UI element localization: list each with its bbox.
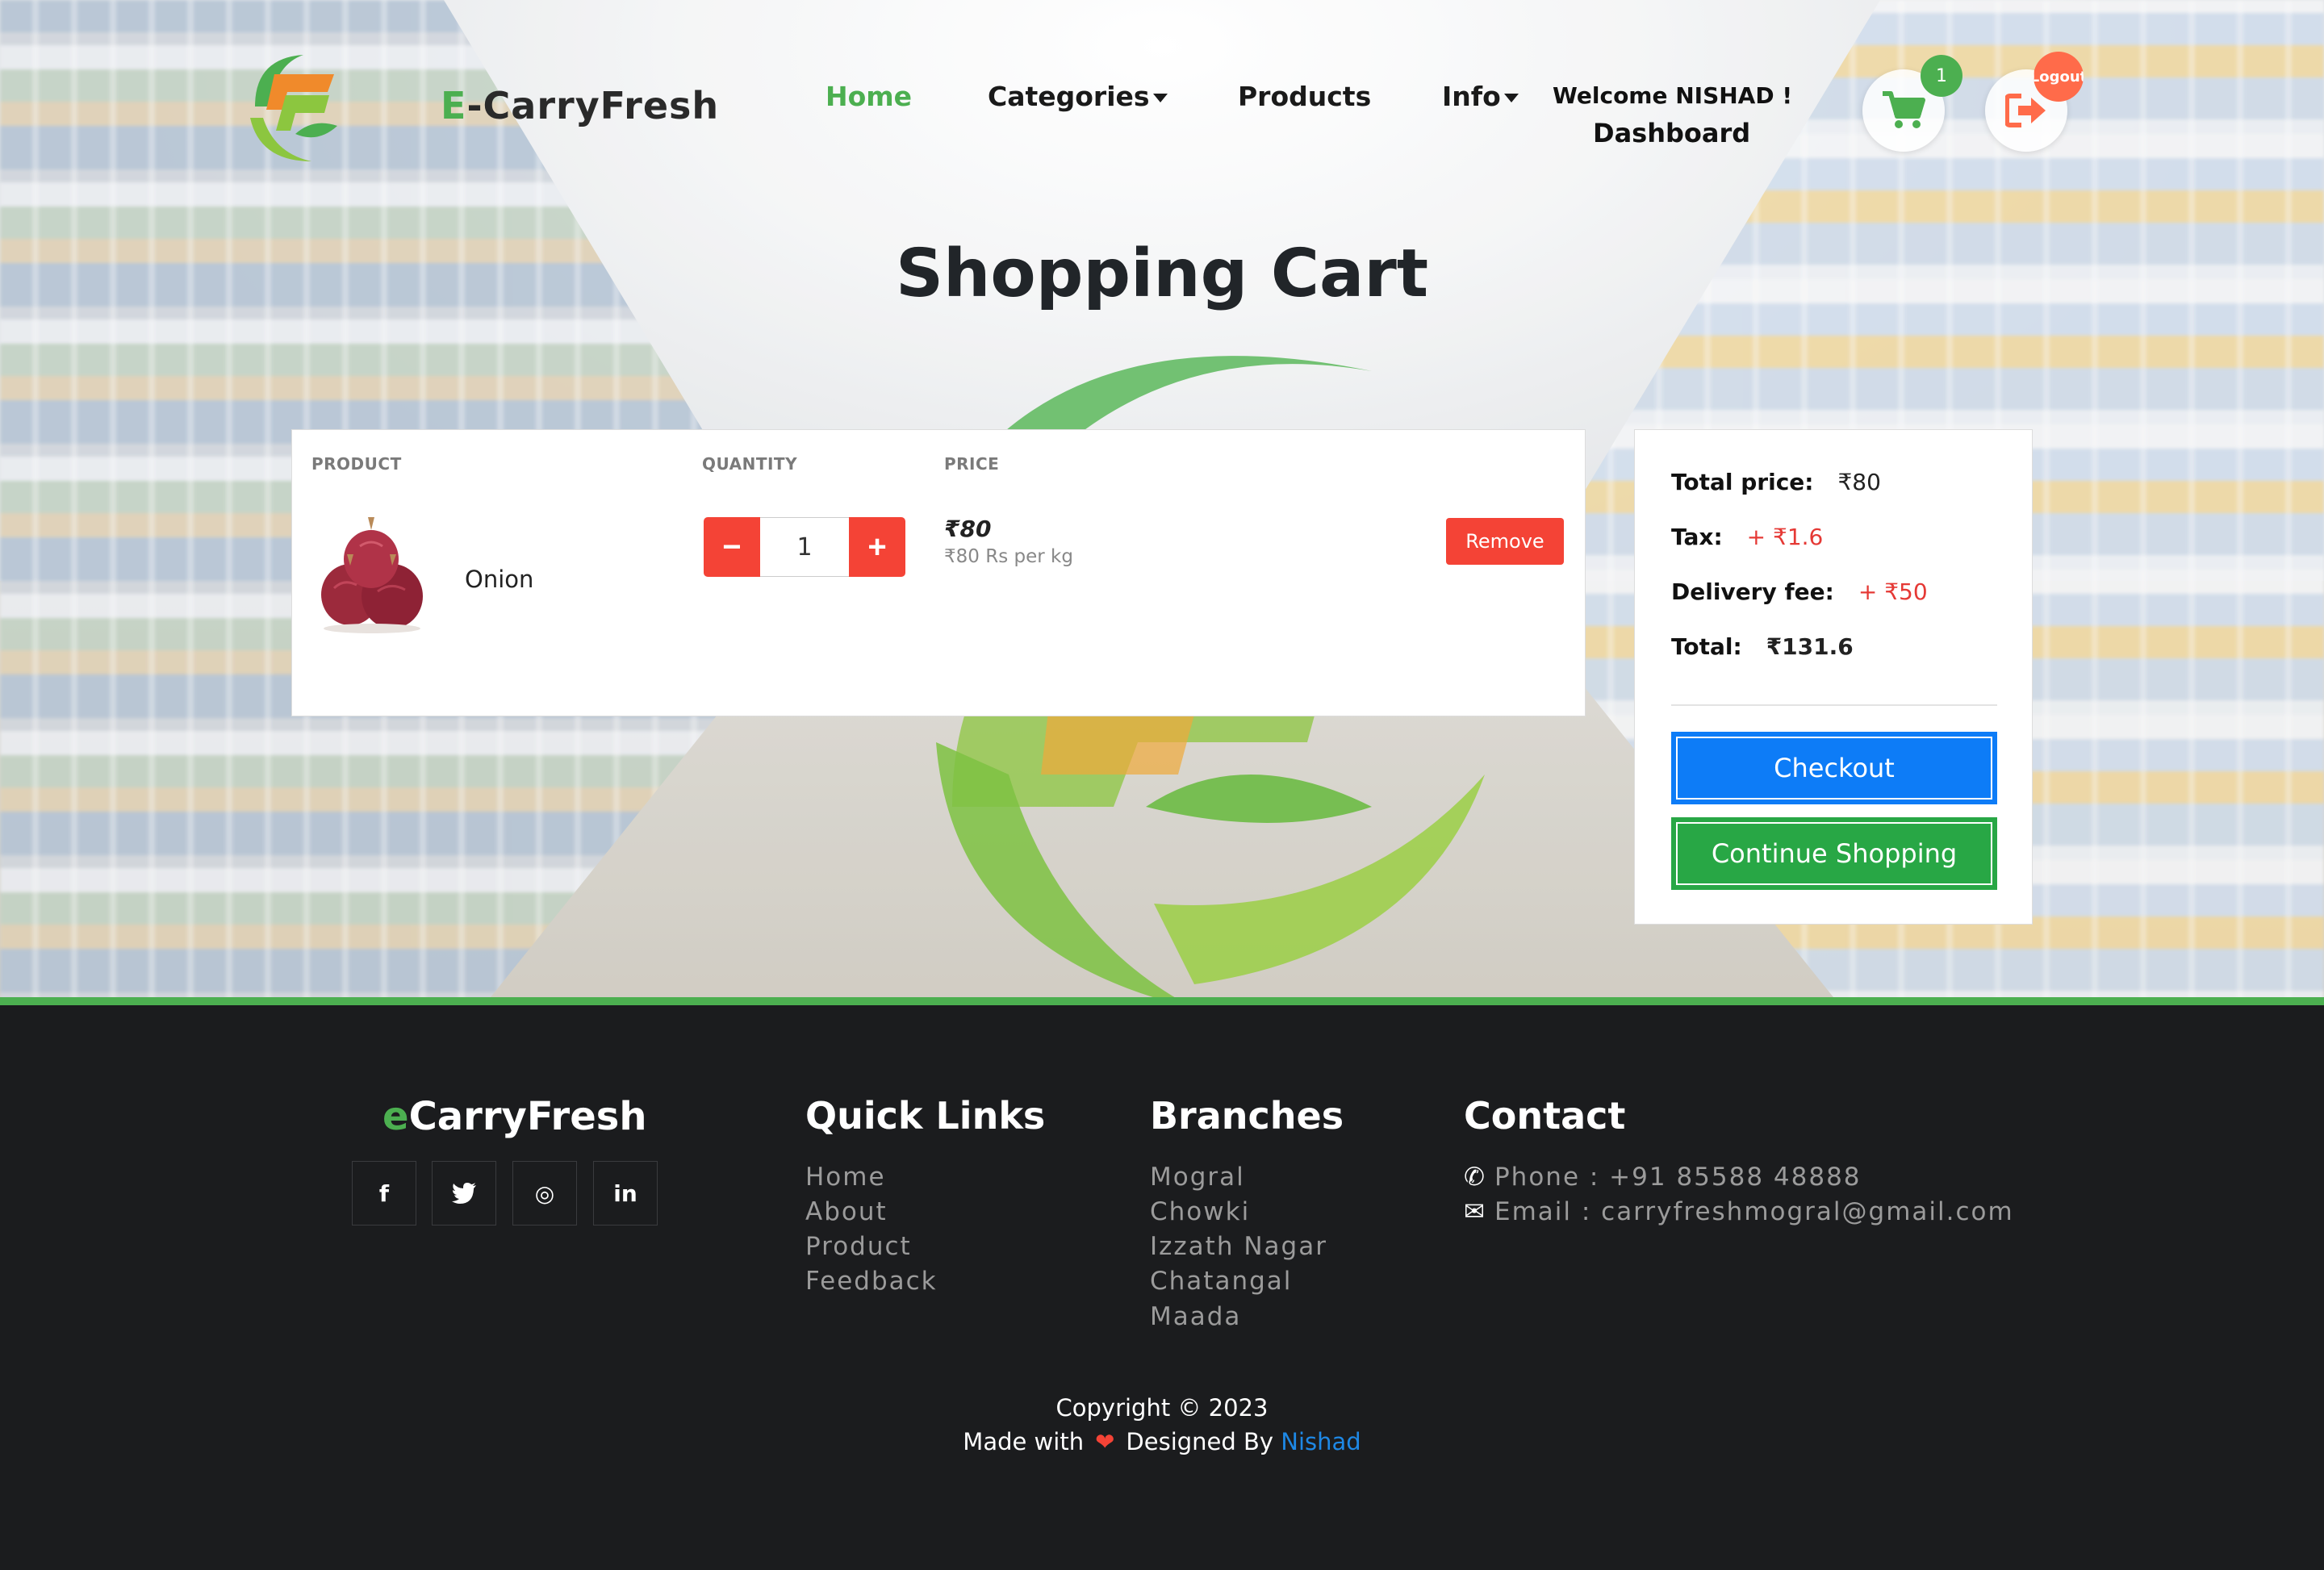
twitter-icon[interactable] [432,1161,496,1226]
product-image-onion[interactable] [311,514,433,635]
caret-down-icon [1152,94,1168,102]
cart-count-badge: 1 [1921,55,1962,97]
branch-item: Mogral [1150,1163,1245,1192]
branch-item: Izzath Nagar [1150,1232,1327,1261]
summary-tax-row: Tax: + ₹1.6 [1671,524,1823,550]
total-label: Total: [1671,633,1742,660]
increase-quantity-button[interactable]: + [849,517,905,577]
brand-name[interactable]: E-CarryFresh [441,84,719,127]
brand-prefix: E [441,84,467,127]
linkedin-icon[interactable]: in [593,1161,658,1226]
quantity-input[interactable] [760,517,849,577]
checkout-button-label: Checkout [1676,737,1992,800]
product-name: Onion [465,566,534,593]
delivery-fee-value: + ₹50 [1858,578,1928,605]
heart-icon: ❤ [1095,1428,1115,1455]
brand-logo[interactable] [239,50,345,165]
facebook-icon[interactable]: f [352,1161,416,1226]
contact-email: ✉ Email : carryfreshmogral@gmail.com [1464,1197,2014,1226]
nav-categories-label: Categories [988,81,1150,112]
summary-total-price-row: Total price: ₹80 [1671,469,1881,495]
contact-title: Contact [1464,1094,1626,1138]
delivery-fee-label: Delivery fee: [1671,578,1834,605]
nav-products-link[interactable]: Products [1238,81,1371,112]
welcome-message: Welcome NISHAD ! [1553,82,1793,109]
footer-brand-name: CarryFresh [408,1094,647,1139]
nav-info-label: Info [1442,81,1501,112]
summary-delivery-row: Delivery fee: + ₹50 [1671,578,1928,605]
footer-link-about[interactable]: About [805,1197,888,1226]
decrease-quantity-button[interactable]: − [704,517,760,577]
sign-out-icon [2005,94,2046,127]
twitter-bird-icon [452,1183,476,1204]
instagram-icon[interactable]: ◎ [512,1161,577,1226]
footer-brand: eCarryFresh [382,1094,647,1139]
logout-label-badge[interactable]: Logout [2034,52,2084,102]
page-title: Shopping Cart [895,236,1429,312]
made-with-credit: Made with ❤ Designed By Nishad [0,1428,2324,1455]
total-value: ₹131.6 [1766,633,1854,660]
checkout-button[interactable]: Checkout [1671,732,1997,804]
branch-item: Maada [1150,1302,1242,1331]
tax-value: + ₹1.6 [1746,524,1824,550]
caret-down-icon [1503,94,1519,102]
summary-total-row: Total: ₹131.6 [1671,633,1854,660]
continue-shopping-button[interactable]: Continue Shopping [1671,817,1997,890]
branch-item: Chowki [1150,1197,1251,1226]
brand-suffix: -CarryFresh [466,84,720,127]
total-price-label: Total price: [1671,469,1814,495]
dashboard-link[interactable]: Dashboard [1593,118,1750,148]
quick-links-title: Quick Links [805,1094,1046,1138]
footer-link-feedback[interactable]: Feedback [805,1267,938,1296]
item-unit-price: ₹80 Rs per kg [944,546,1073,567]
made-with-text: Made with [963,1428,1085,1455]
footer-link-home[interactable]: Home [805,1163,886,1192]
branches-title: Branches [1150,1094,1344,1138]
contact-phone: ✆ Phone : +91 85588 48888 [1464,1163,1862,1192]
footer-brand-prefix: e [382,1094,409,1139]
order-summary: Total price: ₹80 Tax: + ₹1.6 Delivery fee:… [1634,429,2033,925]
envelope-icon: ✉ [1464,1197,1486,1226]
copyright-text: Copyright © 2023 [1055,1394,1269,1422]
remove-item-button[interactable]: Remove [1446,518,1564,565]
column-header-quantity: QUANTITY [702,454,798,474]
contact-phone-text: Phone : +91 85588 48888 [1494,1163,1862,1192]
cart-table: PRODUCT QUANTITY PRICE Onion − + ₹80 ₹80… [291,429,1586,716]
phone-icon: ✆ [1464,1163,1486,1192]
column-header-product: PRODUCT [311,454,402,474]
branch-item: Chatangal [1150,1267,1293,1296]
item-price: ₹80 [944,516,992,542]
column-header-price: PRICE [944,454,1000,474]
hero-divider-line [0,997,2324,1005]
nav-info-dropdown[interactable]: Info [1442,81,1519,112]
tax-label: Tax: [1671,524,1723,550]
continue-shopping-label: Continue Shopping [1676,822,1992,885]
summary-divider [1671,704,1997,706]
designed-by-text: Designed By [1126,1428,1274,1455]
contact-email-text: Email : carryfreshmogral@gmail.com [1494,1197,2014,1226]
total-price-value: ₹80 [1837,469,1881,495]
shopping-cart-icon [1883,91,1925,128]
quantity-stepper: − + [704,517,905,577]
footer-link-product[interactable]: Product [805,1232,912,1261]
designer-link[interactable]: Nishad [1281,1428,1361,1455]
nav-categories-dropdown[interactable]: Categories [988,81,1168,112]
nav-home-link[interactable]: Home [826,81,912,112]
